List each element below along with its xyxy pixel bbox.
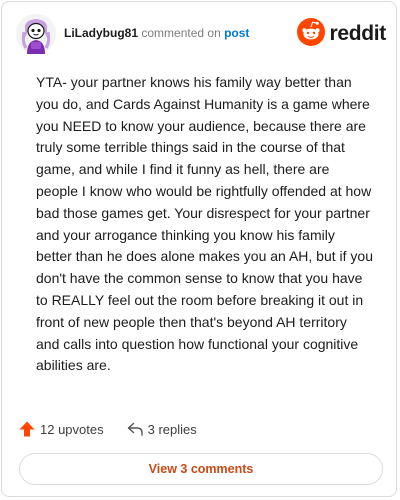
- reddit-brand[interactable]: reddit: [297, 17, 386, 51]
- reddit-snoo-logo-icon: [297, 17, 326, 51]
- upvotes-stat[interactable]: 12 upvotes: [18, 420, 104, 438]
- reply-icon[interactable]: [126, 420, 144, 438]
- upvote-arrow-icon[interactable]: [18, 420, 36, 438]
- username-link[interactable]: LiLadybug81: [64, 26, 138, 40]
- comment-body: YTA- your partner knows his family way b…: [36, 74, 373, 374]
- view-comments-button[interactable]: View 3 comments: [19, 453, 383, 485]
- replies-stat[interactable]: 3 replies: [126, 420, 197, 438]
- comment-footer: 12 upvotes 3 replies: [18, 418, 197, 440]
- reddit-wordmark: reddit: [329, 22, 386, 45]
- post-link[interactable]: post: [224, 26, 249, 40]
- replies-count: 3 replies: [147, 421, 197, 437]
- comment-card: LiLadybug81 commented on post reddit YTA…: [1, 1, 397, 497]
- action-text: commented on: [141, 26, 221, 40]
- comment-meta: LiLadybug81 commented on post: [64, 26, 249, 40]
- comment-header: LiLadybug81 commented on post reddit: [16, 14, 386, 54]
- upvotes-count: 12 upvotes: [40, 421, 104, 437]
- user-avatar[interactable]: [16, 14, 56, 54]
